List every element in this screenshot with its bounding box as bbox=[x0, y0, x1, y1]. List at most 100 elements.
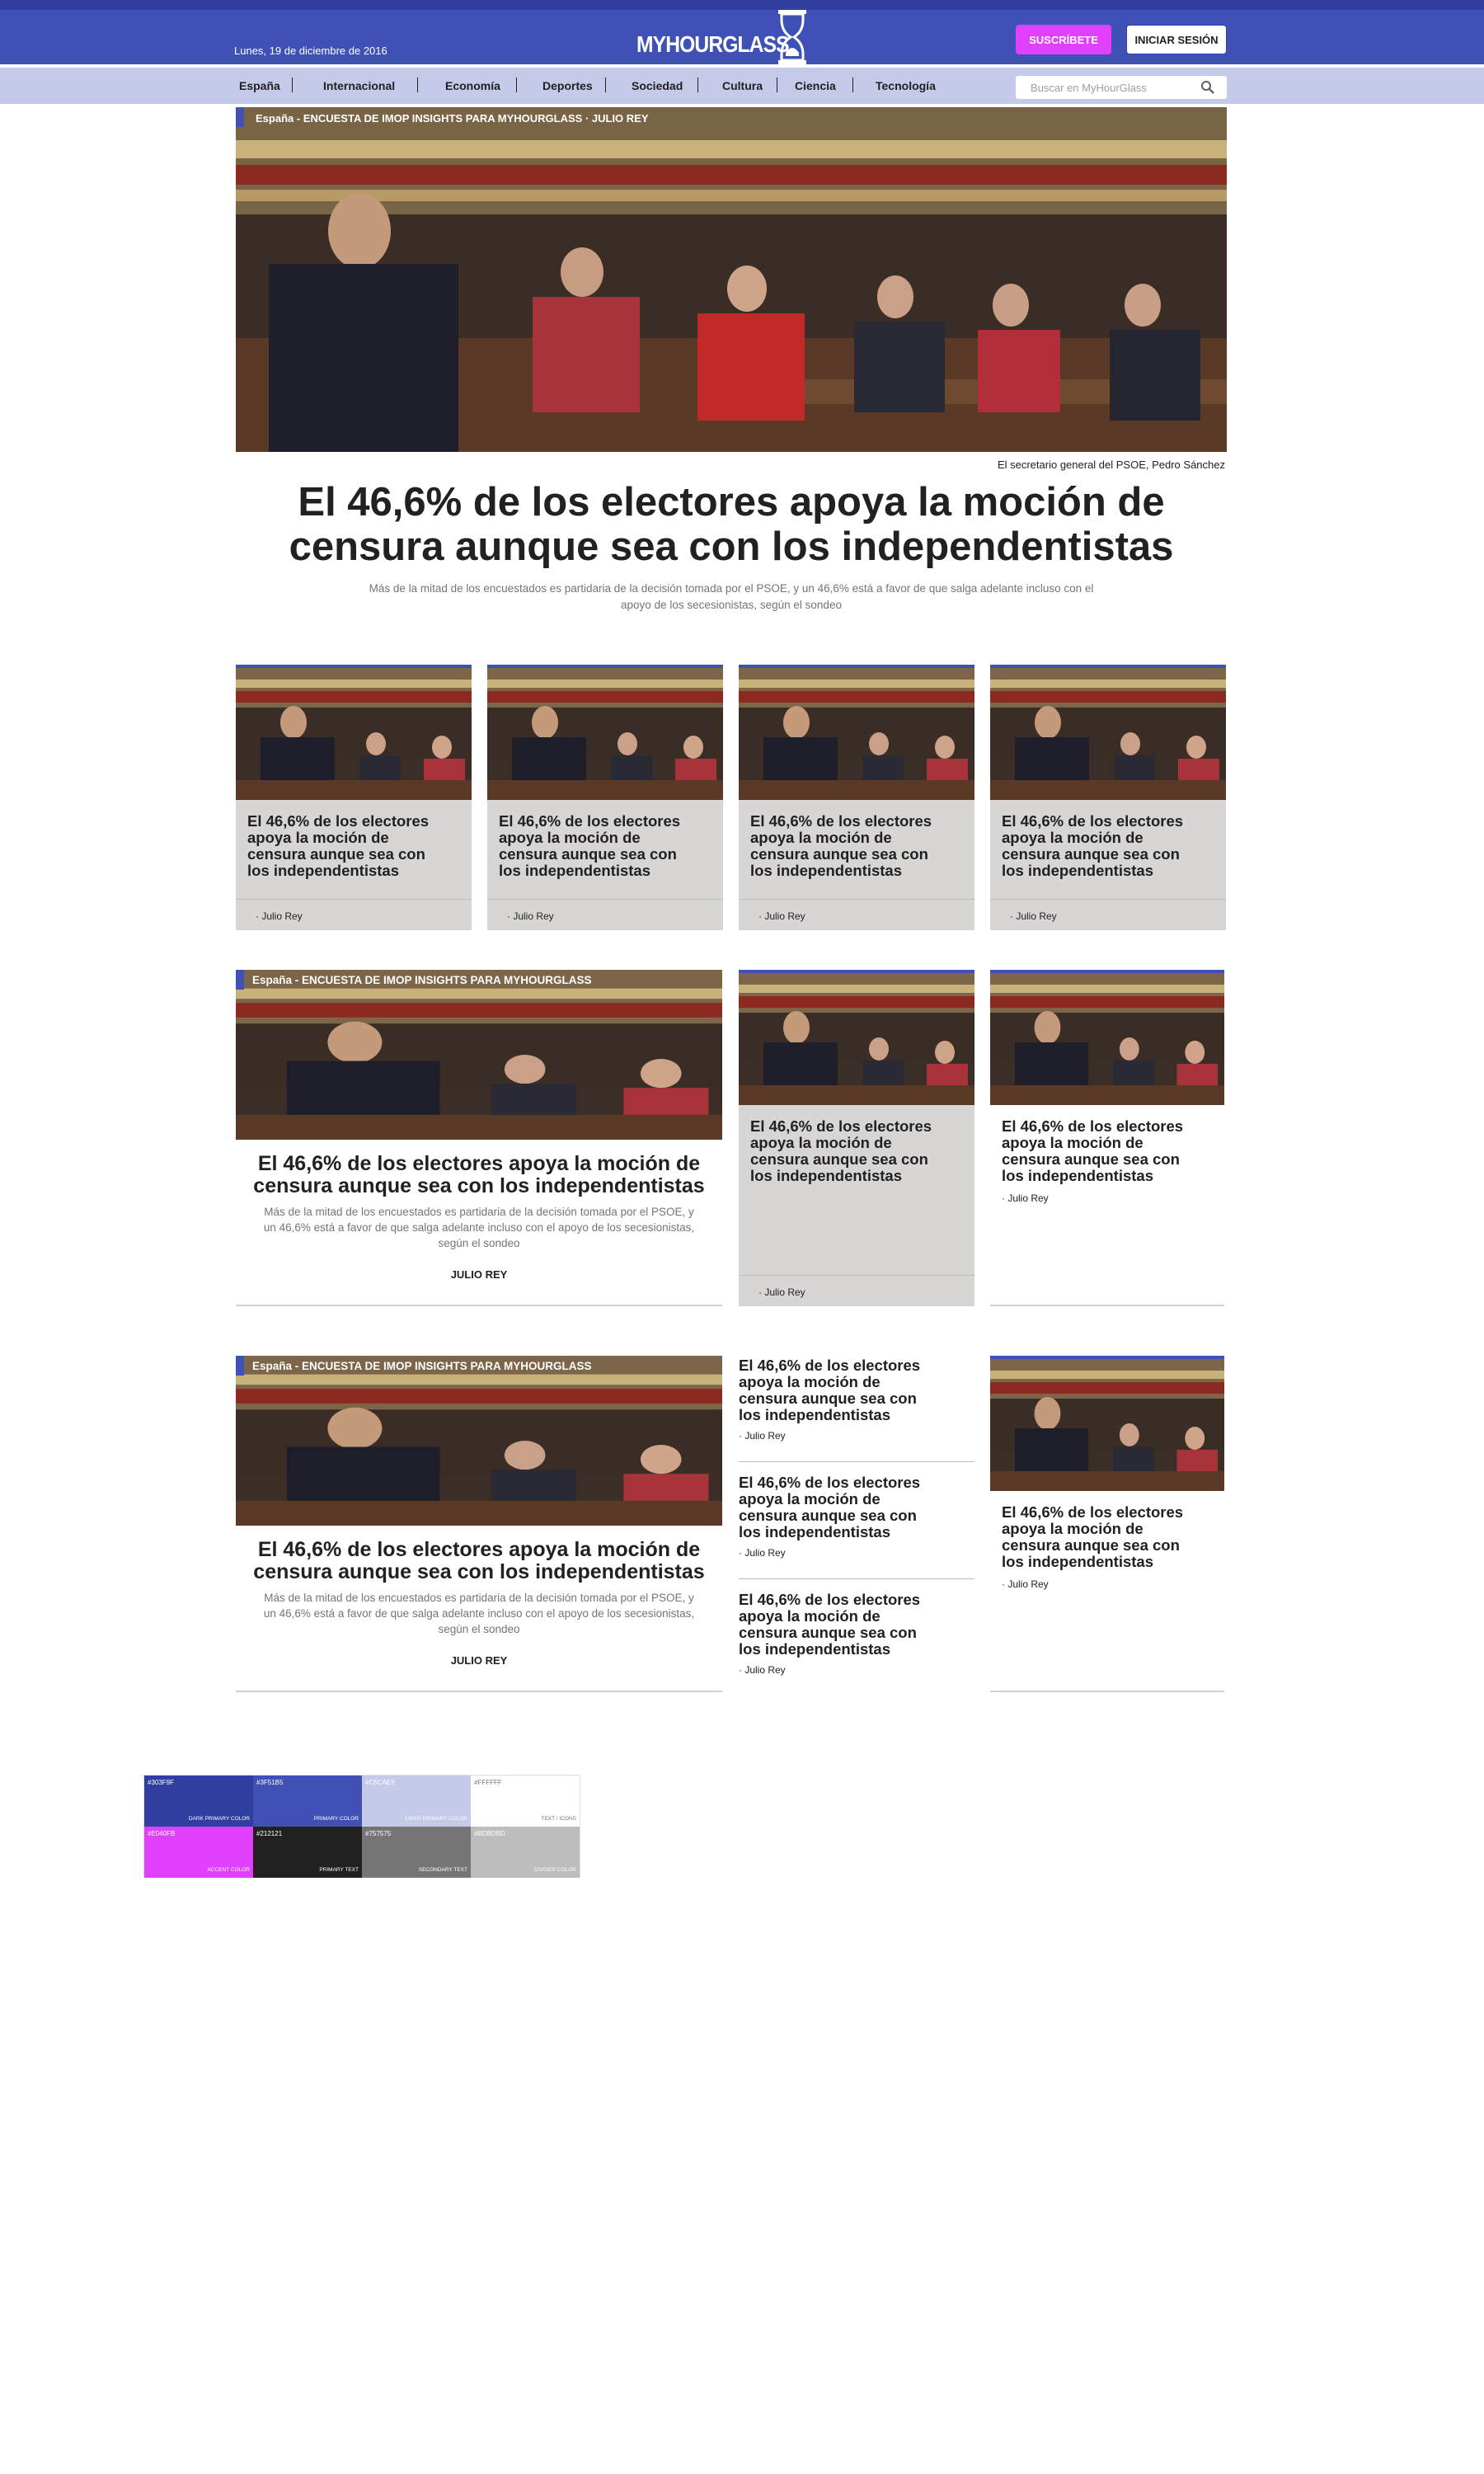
feature-kicker-bar bbox=[236, 1356, 244, 1376]
plain-divider bbox=[990, 1305, 1224, 1306]
article-card-author[interactable]: · Julio Rey bbox=[507, 910, 554, 922]
nav-separator bbox=[605, 78, 606, 92]
nav-separator bbox=[852, 78, 853, 92]
nav-item-deportes[interactable]: Deportes bbox=[542, 79, 593, 92]
site-logo[interactable]: MYHOURGLASS bbox=[636, 10, 834, 66]
palette-swatch: #C5CAE9 LIGHT PRIMARY COLOR bbox=[362, 1776, 471, 1827]
article-card-image[interactable] bbox=[739, 970, 974, 1105]
article-card-title[interactable]: El 46,6% de los electores apoya la moció… bbox=[1002, 813, 1200, 879]
article-card-image[interactable] bbox=[487, 665, 723, 800]
article-card-author[interactable]: · Julio Rey bbox=[256, 910, 303, 922]
login-button[interactable]: INICIAR SESIÓN bbox=[1126, 25, 1227, 54]
plain-article-title[interactable]: El 46,6% de los electores apoya la moció… bbox=[1002, 1504, 1200, 1570]
article-card-author[interactable]: · Julio Rey bbox=[758, 910, 805, 922]
feature-article-image[interactable]: España - ENCUESTA DE IMOP INSIGHTS PARA … bbox=[236, 1356, 722, 1526]
plain-article-author[interactable]: · Julio Rey bbox=[1002, 1578, 1049, 1590]
card-accent-line bbox=[990, 665, 1226, 668]
nav-separator bbox=[516, 78, 517, 92]
text-article[interactable]: El 46,6% de los electores apoya la moció… bbox=[739, 1475, 974, 1592]
card-divider bbox=[990, 899, 1226, 900]
feature-article-title[interactable]: El 46,6% de los electores apoya la moció… bbox=[236, 1153, 722, 1197]
article-card-title[interactable]: El 46,6% de los electores apoya la moció… bbox=[750, 813, 948, 879]
palette-swatch: #757575 SECONDARY TEXT bbox=[362, 1827, 471, 1878]
article-card[interactable]: El 46,6% de los electores apoya la moció… bbox=[236, 665, 472, 930]
nav-item-internacional[interactable]: Internacional bbox=[323, 79, 395, 92]
list-divider bbox=[739, 1461, 974, 1462]
nav-item-espana[interactable]: España bbox=[239, 79, 280, 92]
article-photo bbox=[990, 1356, 1224, 1491]
swatch-hex: #212121 bbox=[256, 1830, 283, 1837]
feature-article[interactable]: España - ENCUESTA DE IMOP INSIGHTS PARA … bbox=[236, 1356, 722, 1696]
feature-article-author[interactable]: JULIO REY bbox=[236, 1654, 722, 1667]
hero-photo bbox=[236, 107, 1227, 452]
swatch-hex: #E040FB bbox=[148, 1830, 176, 1837]
swatch-hex: #FFFFFF bbox=[474, 1779, 502, 1786]
feature-article-title[interactable]: El 46,6% de los electores apoya la moció… bbox=[236, 1539, 722, 1583]
card-divider bbox=[739, 899, 974, 900]
hourglass-icon bbox=[778, 10, 806, 64]
article-card[interactable]: El 46,6% de los electores apoya la moció… bbox=[739, 970, 974, 1306]
feature-divider bbox=[236, 1305, 722, 1306]
swatch-label: DARK PRIMARY COLOR bbox=[188, 1816, 250, 1822]
article-photo bbox=[990, 970, 1224, 1105]
text-article[interactable]: El 46,6% de los electores apoya la moció… bbox=[739, 1357, 974, 1475]
plain-article-author[interactable]: · Julio Rey bbox=[1002, 1192, 1049, 1204]
list-divider bbox=[739, 1578, 974, 1579]
feature-article[interactable]: España - ENCUESTA DE IMOP INSIGHTS PARA … bbox=[236, 970, 722, 1310]
site-header: Lunes, 19 de diciembre de 2016 MYHOURGLA… bbox=[0, 10, 1484, 64]
card-accent-line bbox=[487, 665, 723, 668]
article-card-author[interactable]: · Julio Rey bbox=[1010, 910, 1057, 922]
plain-article-image[interactable] bbox=[990, 970, 1224, 1105]
article-photo bbox=[739, 665, 974, 800]
nav-item-sociedad[interactable]: Sociedad bbox=[632, 79, 683, 92]
article-card-image[interactable] bbox=[990, 665, 1226, 800]
article-card[interactable]: El 46,6% de los electores apoya la moció… bbox=[739, 665, 974, 930]
text-article[interactable]: El 46,6% de los electores apoya la moció… bbox=[739, 1592, 974, 1709]
text-article-author[interactable]: · Julio Rey bbox=[739, 1547, 786, 1559]
card-divider bbox=[236, 899, 472, 900]
search-icon[interactable] bbox=[1200, 80, 1215, 95]
nav-item-economia[interactable]: Economía bbox=[445, 79, 500, 92]
feature-article-image[interactable]: España - ENCUESTA DE IMOP INSIGHTS PARA … bbox=[236, 970, 722, 1140]
article-card[interactable]: El 46,6% de los electores apoya la moció… bbox=[487, 665, 723, 930]
article-card-title[interactable]: El 46,6% de los electores apoya la moció… bbox=[499, 813, 697, 879]
text-article-title[interactable]: El 46,6% de los electores apoya la moció… bbox=[739, 1475, 937, 1540]
hero-kicker-author[interactable]: · JULIO REY bbox=[585, 112, 649, 125]
search-input[interactable]: Buscar en MyHourGlass bbox=[1016, 76, 1227, 99]
text-article-title[interactable]: El 46,6% de los electores apoya la moció… bbox=[739, 1592, 937, 1658]
card-accent-line bbox=[990, 1356, 1224, 1359]
card-divider bbox=[487, 899, 723, 900]
feature-kicker-bar bbox=[236, 970, 244, 990]
header-date: Lunes, 19 de diciembre de 2016 bbox=[234, 45, 387, 57]
plain-article[interactable]: El 46,6% de los electores apoya la moció… bbox=[990, 970, 1224, 1310]
article-card[interactable]: El 46,6% de los electores apoya la moció… bbox=[990, 665, 1226, 930]
hero-title[interactable]: El 46,6% de los electores apoya la moció… bbox=[236, 480, 1227, 569]
nav-item-ciencia[interactable]: Ciencia bbox=[795, 79, 836, 92]
plain-article-title[interactable]: El 46,6% de los electores apoya la moció… bbox=[1002, 1118, 1200, 1184]
swatch-hex: #303F9F bbox=[148, 1779, 175, 1786]
article-photo bbox=[990, 665, 1226, 800]
swatch-hex: #C5CAE9 bbox=[365, 1779, 395, 1786]
feature-article-author[interactable]: JULIO REY bbox=[236, 1268, 722, 1281]
article-card-author[interactable]: · Julio Rey bbox=[758, 1286, 805, 1298]
text-article-author[interactable]: · Julio Rey bbox=[739, 1664, 786, 1676]
text-article-title[interactable]: El 46,6% de los electores apoya la moció… bbox=[739, 1357, 937, 1423]
nav-separator bbox=[697, 78, 698, 92]
plain-article[interactable]: El 46,6% de los electores apoya la moció… bbox=[990, 1356, 1224, 1696]
palette-swatch: #E040FB ACCENT COLOR bbox=[144, 1827, 253, 1878]
palette-swatch: #3F51B5 PRIMARY COLOR bbox=[253, 1776, 362, 1827]
plain-article-image[interactable] bbox=[990, 1356, 1224, 1491]
hero-image[interactable]: España - ENCUESTA DE IMOP INSIGHTS PARA … bbox=[236, 107, 1227, 452]
feature-article-subtitle: Más de la mitad de los encuestados es pa… bbox=[263, 1592, 695, 1635]
subscribe-button[interactable]: SUSCRÍBETE bbox=[1016, 25, 1111, 54]
nav-item-tecnologia[interactable]: Tecnología bbox=[876, 79, 936, 92]
card-accent-line bbox=[236, 665, 472, 668]
article-card-image[interactable] bbox=[236, 665, 472, 800]
palette-swatch: #212121 PRIMARY TEXT bbox=[253, 1827, 362, 1878]
article-card-title[interactable]: El 46,6% de los electores apoya la moció… bbox=[750, 1118, 948, 1184]
article-card-title[interactable]: El 46,6% de los electores apoya la moció… bbox=[247, 813, 445, 879]
swatch-label: ACCENT COLOR bbox=[207, 1867, 250, 1873]
article-card-image[interactable] bbox=[739, 665, 974, 800]
nav-item-cultura[interactable]: Cultura bbox=[722, 79, 763, 92]
text-article-author[interactable]: · Julio Rey bbox=[739, 1430, 786, 1442]
